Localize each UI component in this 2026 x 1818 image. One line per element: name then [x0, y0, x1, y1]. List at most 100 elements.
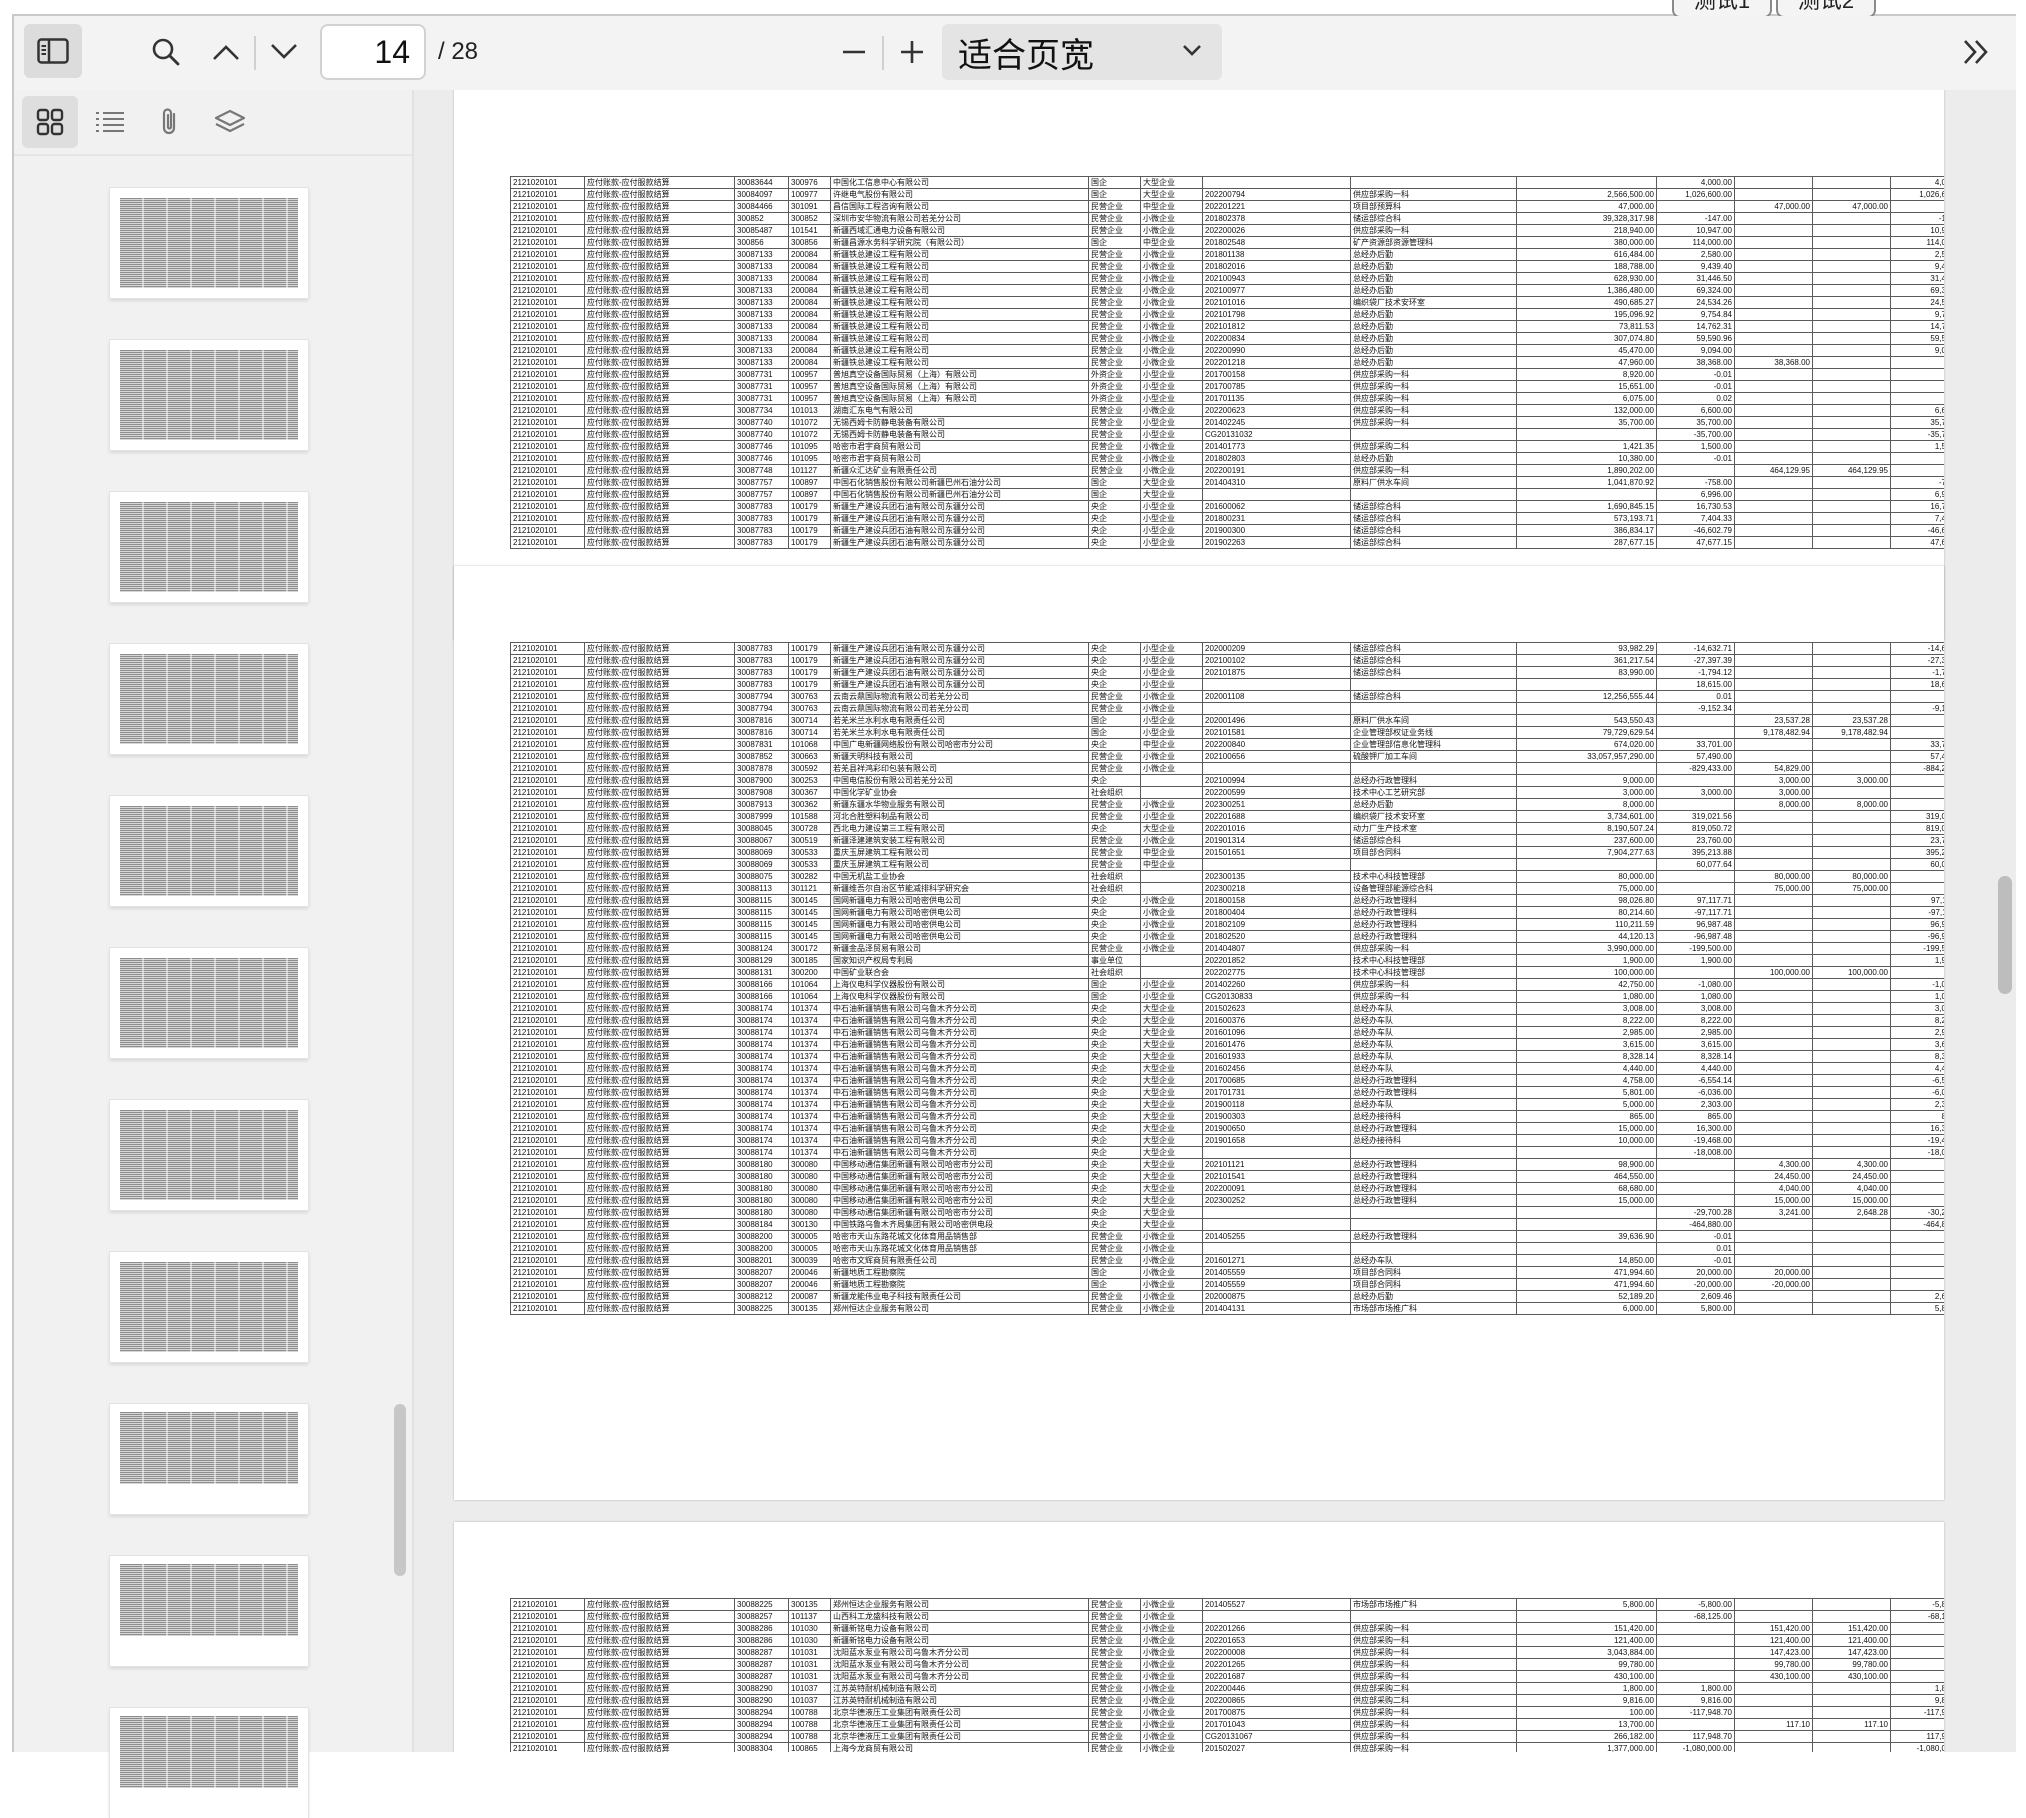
table-cell: 中国矿业联合会: [830, 966, 1089, 979]
table-cell: 30087133: [734, 296, 789, 309]
previous-page-button[interactable]: [204, 30, 248, 74]
table-cell: 300714: [788, 726, 831, 739]
table-row: 2121020101 应付账款-应付服款结算 30088129 300185 国家知识产…: [510, 954, 1944, 967]
table-cell: 100,000.00: [1734, 966, 1813, 979]
table-cell: 应付账款-应付服款结算: [584, 356, 735, 369]
tools-menu-button[interactable]: [1954, 30, 1998, 74]
zoom-out-button[interactable]: [832, 30, 876, 74]
table-cell: [1656, 1622, 1735, 1635]
table-cell: 应付账款-应付服款结算: [584, 200, 735, 213]
zoom-in-button[interactable]: [890, 30, 934, 74]
page-thumbnail[interactable]: [110, 1252, 308, 1362]
grid-icon: [36, 108, 64, 136]
table-cell: 应付账款-应付服款结算: [584, 428, 735, 441]
table-cell: [1812, 1742, 1891, 1752]
table-cell: 33,701.00: [1656, 738, 1735, 751]
table-row: 2121020101 应付账款-应付服款结算 30087783 100179 新疆生产建…: [510, 642, 1944, 655]
tab-thumbnails[interactable]: [22, 96, 78, 148]
search-button[interactable]: [144, 30, 188, 74]
table-cell: 30088113: [734, 882, 789, 895]
table-cell: 201700875: [1202, 1706, 1351, 1719]
next-page-button[interactable]: [262, 30, 306, 74]
table-cell: 201801138: [1202, 248, 1351, 261]
table-row: 2121020101 应付账款-应付服款结算 30087794 300763 云南云鼎国…: [510, 690, 1944, 703]
page-thumbnail[interactable]: [110, 1708, 308, 1818]
table-cell: 应付账款-应付服款结算: [584, 894, 735, 907]
table-cell: 2121020101: [510, 1730, 585, 1743]
table-cell: 国企: [1088, 188, 1141, 201]
table-cell: 430,100.00: [1734, 1670, 1813, 1683]
table-cell: CG20130833: [1202, 990, 1351, 1003]
table-cell: 央企: [1088, 1170, 1141, 1183]
page-thumbnail[interactable]: [110, 796, 308, 906]
page-thumbnail[interactable]: [110, 1404, 308, 1514]
table-cell: 总经办行政管理科: [1350, 1158, 1517, 1171]
page-thumbnail[interactable]: [110, 188, 308, 298]
table-cell: 44,120.13: [1516, 930, 1657, 943]
table-cell: 小微企业: [1140, 212, 1203, 225]
table-cell: [1516, 1218, 1657, 1231]
table-cell: CG20131032: [1202, 428, 1351, 441]
table-cell: 30087783: [734, 500, 789, 513]
table-cell: [1734, 476, 1813, 489]
table-cell: 供应部采购二科: [1350, 1682, 1517, 1695]
table-cell: 总经办行政管理科: [1350, 1074, 1517, 1087]
page-thumbnail[interactable]: [110, 1100, 308, 1210]
thumbnail-preview: [120, 1110, 298, 1200]
table-cell: -464,880.00: [1656, 1218, 1735, 1231]
table-cell: [1812, 1062, 1891, 1075]
table-cell: 8,190,507.24: [1516, 822, 1657, 835]
table-cell: [1350, 428, 1517, 441]
thumbnail-preview: [120, 198, 298, 288]
table-cell: [1734, 236, 1813, 249]
table-cell: [1812, 224, 1891, 237]
table-cell: 应付账款-应付服款结算: [584, 524, 735, 537]
table-cell: 2121020101: [510, 978, 585, 991]
table-cell: 101064: [788, 978, 831, 991]
page-thumbnail[interactable]: [110, 644, 308, 754]
tab-outline[interactable]: [82, 96, 138, 148]
table-cell: 30088286: [734, 1634, 789, 1647]
table-cell: 央企: [1088, 1026, 1141, 1039]
page-thumbnail[interactable]: [110, 948, 308, 1058]
sidebar-toggle-button[interactable]: [24, 24, 82, 78]
table-cell: 云南云鼎国际物流有限公司若羌分公司: [830, 702, 1089, 715]
page-thumbnail[interactable]: [110, 340, 308, 450]
table-row: 2121020101 应付账款-应付服款结算 30087783 100179 新疆生产建…: [510, 536, 1944, 549]
table-cell: 央企: [1088, 894, 1141, 907]
minus-icon: [843, 50, 865, 54]
table-cell: [1734, 738, 1813, 751]
table-row: 2121020101 应付账款-应付服款结算 30087816 300714 若羌米兰水…: [510, 714, 1944, 727]
viewer-scrollbar[interactable]: [1998, 876, 2012, 994]
table-cell: 总经办后勤: [1350, 272, 1517, 285]
table-cell: 民营企业: [1088, 404, 1141, 417]
table-cell: 社会组织: [1088, 882, 1141, 895]
page-thumbnail[interactable]: [110, 492, 308, 602]
table-cell: 30084466: [734, 200, 789, 213]
tab-attachments[interactable]: [142, 96, 198, 148]
table-cell: 1,041,870.92: [1516, 476, 1657, 489]
table-cell: 30087757: [734, 488, 789, 501]
zoom-select[interactable]: 适合页宽: [942, 24, 1222, 80]
table-cell: 202201653: [1202, 1634, 1351, 1647]
table-row: 2121020101 应付账款-应付服款结算 300852 300852 深圳市安华物流…: [510, 212, 1944, 225]
table-cell: 总经办车队: [1350, 1038, 1517, 1051]
page-number-input[interactable]: [320, 24, 426, 80]
table-cell: 企业管理部权证业务线: [1350, 726, 1517, 739]
table-cell: 新疆铁总建设工程有限公司: [830, 320, 1089, 333]
table-cell: 大型企业: [1140, 488, 1203, 501]
table-row: 2121020101 应付账款-应付服款结算 30088174 101374 中石油新疆…: [510, 1146, 1944, 1159]
table-cell: 储运部综合科: [1350, 536, 1517, 549]
table-cell: 小微企业: [1140, 308, 1203, 321]
table-cell: 总经办行政管理科: [1350, 894, 1517, 907]
table-cell: 应付账款-应付服款结算: [584, 1670, 735, 1683]
thumbnail-scrollbar[interactable]: [394, 1404, 406, 1576]
table-cell: 30088207: [734, 1278, 789, 1291]
page-thumbnail[interactable]: [110, 1556, 308, 1666]
table-cell: 国企: [1088, 488, 1141, 501]
table-row: 2121020101 应付账款-应付服款结算 30087740 101072 无锡西姆卡…: [510, 428, 1944, 441]
table-cell: 200084: [788, 248, 831, 261]
table-cell: 应付账款-应付服款结算: [584, 332, 735, 345]
table-cell: 300145: [788, 918, 831, 931]
tab-layers[interactable]: [202, 96, 258, 148]
